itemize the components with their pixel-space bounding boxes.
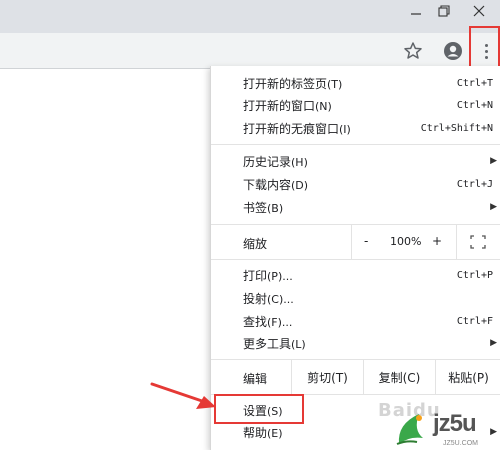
fullscreen-icon[interactable] (470, 235, 486, 249)
cast-accel: (C)... (267, 292, 294, 306)
restore-icon (438, 5, 450, 17)
help-accel: (E) (267, 426, 283, 440)
leaf-logo-icon (396, 414, 423, 445)
new-tab-shortcut: Ctrl+T (456, 77, 493, 89)
menu-item-bookmarks-label: 书签(B) (243, 199, 283, 216)
minimize-icon (411, 13, 421, 15)
downloads-shortcut: Ctrl+J (456, 178, 493, 190)
close-icon (473, 5, 485, 17)
zoom-in-button[interactable]: + (432, 234, 442, 248)
menu-edit-row: 编辑 剪切(T) 复制(C) 粘贴(P) (211, 360, 500, 394)
menu-item-new-tab-label: 打开新的标签页(T) (243, 75, 342, 92)
downloads-text: 下载内容 (243, 177, 292, 192)
menu-item-new-tab[interactable]: 打开新的标签页(T) Ctrl+T (211, 72, 500, 94)
cut-button[interactable]: 剪切(T) (291, 360, 363, 394)
more-tools-text: 更多工具 (243, 336, 292, 351)
print-shortcut: Ctrl+P (456, 269, 493, 281)
zoom-label: 缩放 (243, 237, 268, 251)
history-accel: (H) (291, 155, 308, 169)
menu-item-cast-label: 投射(C)... (243, 290, 294, 307)
submenu-arrow-icon: ▶ (490, 338, 497, 348)
paste-button[interactable]: 粘贴(P) (435, 360, 500, 394)
bookmark-star-icon[interactable] (403, 41, 423, 61)
zoom-controls: - 100% + (351, 225, 500, 259)
menu-item-find-label: 查找(F)... (243, 313, 292, 330)
menu-item-bookmarks[interactable]: 书签(B) ▶ (211, 196, 500, 218)
edit-label: 编辑 (243, 372, 268, 386)
downloads-accel: (D) (291, 178, 309, 192)
new-incognito-accel: (I) (339, 122, 351, 136)
menu-item-more-tools[interactable]: 更多工具(L) ▶ (211, 332, 500, 354)
menu-separator (211, 144, 500, 145)
zoom-value: 100% (390, 235, 422, 248)
new-window-text: 打开新的窗口 (243, 98, 316, 113)
chrome-dropdown-menu: 打开新的标签页(T) Ctrl+T 打开新的窗口(N) Ctrl+N 打开新的无… (210, 66, 500, 450)
find-accel: (F)... (267, 315, 293, 329)
menu-zoom-row: 缩放 - 100% + (211, 225, 500, 259)
restore-button[interactable] (430, 0, 458, 22)
new-tab-accel: (T) (327, 77, 343, 91)
zoom-divider (456, 225, 457, 259)
menu-item-find[interactable]: 查找(F)... Ctrl+F (211, 310, 500, 332)
menu-item-new-incognito[interactable]: 打开新的无痕窗口(I) Ctrl+Shift+N (211, 117, 500, 139)
new-incognito-text: 打开新的无痕窗口 (243, 121, 340, 136)
menu-item-cast[interactable]: 投射(C)... (211, 287, 500, 309)
copy-button[interactable]: 复制(C) (363, 360, 435, 394)
new-window-accel: (N) (315, 99, 332, 113)
submenu-arrow-icon: ▶ (490, 202, 497, 212)
print-text: 打印 (243, 268, 268, 283)
profile-avatar-icon[interactable] (443, 41, 463, 61)
bookmarks-text: 书签 (243, 200, 268, 215)
window-controls (402, 0, 500, 22)
more-tools-accel: (L) (291, 337, 306, 351)
menu-item-downloads-label: 下载内容(D) (243, 176, 308, 193)
find-text: 查找 (243, 314, 268, 329)
red-arrow-annotation (150, 382, 216, 409)
cast-text: 投射 (243, 291, 268, 306)
menu-item-print-label: 打印(P)... (243, 267, 293, 284)
menu-separator (211, 259, 500, 260)
new-incognito-shortcut: Ctrl+Shift+N (420, 122, 493, 134)
menu-item-new-window-label: 打开新的窗口(N) (243, 97, 332, 114)
title-bar (0, 0, 500, 33)
bookmarks-accel: (B) (267, 201, 284, 215)
menu-item-history[interactable]: 历史记录(H) ▶ (211, 150, 500, 172)
history-text: 历史记录 (243, 154, 292, 169)
menu-item-help-label: 帮助(E) (243, 424, 283, 441)
zoom-out-button[interactable]: - (364, 234, 368, 248)
print-accel: (P)... (267, 269, 293, 283)
browser-toolbar (0, 33, 500, 69)
close-button[interactable] (458, 0, 500, 22)
site-url-text: JZ5U.COM (443, 440, 478, 447)
menu-item-downloads[interactable]: 下载内容(D) Ctrl+J (211, 173, 500, 195)
submenu-arrow-icon: ▶ (490, 156, 497, 166)
menu-item-history-label: 历史记录(H) (243, 153, 308, 170)
menu-item-print[interactable]: 打印(P)... Ctrl+P (211, 264, 500, 286)
menu-item-more-tools-label: 更多工具(L) (243, 335, 306, 352)
find-shortcut: Ctrl+F (456, 315, 493, 327)
minimize-button[interactable] (402, 0, 430, 22)
help-text: 帮助 (243, 425, 268, 440)
new-window-shortcut: Ctrl+N (456, 99, 493, 111)
settings-highlight (214, 394, 304, 424)
menu-item-new-incognito-label: 打开新的无痕窗口(I) (243, 120, 351, 137)
site-logo-text: jz5u (433, 410, 477, 437)
site-watermark: jz5u JZ5U.COM (393, 408, 500, 450)
new-tab-text: 打开新的标签页 (243, 76, 328, 91)
menu-item-new-window[interactable]: 打开新的窗口(N) Ctrl+N (211, 94, 500, 116)
